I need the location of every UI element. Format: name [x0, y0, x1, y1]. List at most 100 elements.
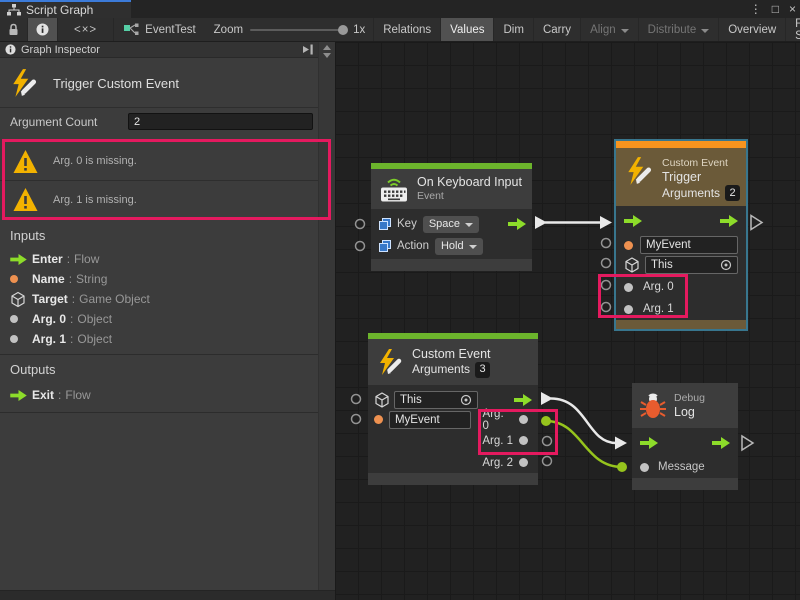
graph-reference[interactable]: EventTest	[114, 18, 206, 41]
flow-output-arrow[interactable]	[514, 394, 532, 406]
warning-icon	[12, 149, 39, 174]
warning-icon	[12, 187, 39, 212]
flow-output-arrow[interactable]	[720, 215, 738, 227]
titlebar: Script Graph ⋮ □ ×	[0, 0, 800, 18]
info-icon	[5, 44, 16, 55]
port-trigger-arg1-input[interactable]	[602, 303, 611, 312]
flow-output-arrow[interactable]	[508, 218, 526, 230]
key-dropdown[interactable]: Space	[423, 216, 479, 233]
csharp-preview-button[interactable]: <×>	[58, 18, 114, 41]
port-trigger-exit[interactable]	[751, 216, 762, 230]
object-picker-icon[interactable]	[720, 259, 732, 271]
graph-toolbar: <×> EventTest Zoom 1x Relat	[0, 18, 800, 42]
relations-button[interactable]: Relations	[373, 18, 440, 41]
flow-arrow-icon	[10, 390, 27, 401]
inspector-toggle-button[interactable]	[28, 18, 58, 41]
flow-output-arrow[interactable]	[712, 437, 730, 449]
node-subtitle: Event	[417, 190, 522, 203]
port-list-item: Exit : Flow	[0, 385, 318, 405]
zoom-slider[interactable]	[250, 29, 346, 31]
tab-title: Script Graph	[26, 3, 93, 17]
target-field[interactable]: This	[645, 256, 738, 274]
target-field[interactable]: This	[394, 391, 478, 409]
action-label: Action	[397, 240, 429, 252]
event-name-field[interactable]: MyEvent	[389, 411, 471, 429]
graph-name: EventTest	[145, 24, 196, 36]
close-icon[interactable]: ×	[789, 0, 796, 18]
fullscreen-button[interactable]: Full Screen	[785, 18, 800, 41]
event-name-field[interactable]: MyEvent	[640, 236, 738, 254]
node-title: Trigger	[662, 170, 740, 185]
lock-icon	[8, 23, 19, 36]
port-trigger-name-input[interactable]	[602, 239, 611, 248]
argument-count-field[interactable]: 2	[128, 113, 313, 130]
target-row: This	[616, 255, 746, 275]
arg0-row: Arg. 0	[616, 277, 746, 297]
inspector-footer	[0, 590, 335, 600]
outputs-section-label: Outputs	[10, 362, 56, 377]
inspector-scrollbar[interactable]	[318, 42, 335, 590]
zoom-control: Zoom 1x	[206, 18, 374, 41]
chevron-down-icon	[621, 29, 629, 33]
chevron-down-icon	[469, 245, 477, 249]
dock-panel-icon[interactable]	[302, 43, 314, 56]
zoom-label: Zoom	[214, 24, 243, 36]
lock-button[interactable]	[0, 18, 28, 41]
values-button[interactable]: Values	[440, 18, 493, 41]
object-picker-icon[interactable]	[460, 394, 472, 406]
port-arg2-output[interactable]	[543, 457, 552, 466]
arguments-count-badge: 3	[475, 362, 490, 378]
node-on-keyboard-input[interactable]: On Keyboard Input Event Key Space	[371, 163, 532, 271]
object-port-icon	[624, 305, 633, 314]
warning-text: Arg. 0 is missing.	[53, 155, 137, 167]
arguments-label: Arguments	[662, 186, 720, 201]
arg1-label: Arg. 1	[482, 435, 513, 447]
trigger-color-strip	[616, 141, 746, 148]
arg0-label: Arg. 0	[643, 281, 674, 293]
scroll-up-icon[interactable]	[323, 45, 331, 50]
node-trigger-custom-event[interactable]: Custom Event Trigger Arguments 2 MyEvent	[614, 139, 748, 331]
port-customevent-target-input[interactable]	[352, 395, 361, 404]
action-dropdown[interactable]: Hold	[435, 238, 483, 255]
wire-customevent-to-debug	[541, 392, 627, 450]
message-label: Message	[658, 461, 705, 473]
flow-input-arrow[interactable]	[624, 215, 642, 227]
port-message-input-connected[interactable]	[617, 462, 627, 472]
port-arg1-output[interactable]	[543, 437, 552, 446]
align-button[interactable]: Align	[580, 18, 638, 41]
port-customevent-name-input[interactable]	[352, 415, 361, 424]
carry-button[interactable]: Carry	[533, 18, 580, 41]
distribute-button[interactable]: Distribute	[638, 18, 719, 41]
flow-arrow-icon	[10, 254, 27, 265]
keyboard-icon	[379, 176, 409, 203]
scroll-down-icon[interactable]	[323, 53, 331, 58]
string-port-icon	[624, 241, 633, 250]
flow-input-arrow[interactable]	[640, 437, 658, 449]
port-action-input[interactable]	[356, 242, 365, 251]
port-trigger-arg0-input[interactable]	[602, 281, 611, 290]
zoom-slider-knob[interactable]	[338, 25, 348, 35]
action-value: Hold	[441, 240, 464, 252]
node-custom-event[interactable]: Custom Event Arguments 3 This	[368, 333, 538, 486]
window-value-icon	[379, 240, 391, 252]
port-debug-exit[interactable]	[742, 436, 753, 450]
arguments-label: Arguments	[412, 362, 470, 377]
window-menu-icon[interactable]: ⋮	[750, 0, 762, 18]
key-port-row: Key Space	[371, 213, 532, 235]
node-debug-log[interactable]: Debug Log Message	[632, 383, 738, 491]
port-list-item: Name : String	[0, 269, 318, 289]
tab-script-graph[interactable]: Script Graph	[0, 0, 131, 18]
target-row: This	[368, 390, 538, 409]
inspected-node-title: Trigger Custom Event	[53, 76, 179, 91]
graph-canvas[interactable]: On Keyboard Input Event Key Space	[335, 42, 800, 600]
chevron-down-icon	[701, 29, 709, 33]
maximize-icon[interactable]: □	[772, 0, 779, 18]
port-arg0-output-connected[interactable]	[541, 416, 551, 426]
port-key-input[interactable]	[356, 220, 365, 229]
port-trigger-target-input[interactable]	[602, 259, 611, 268]
custom-event-icon	[9, 68, 39, 98]
dim-button[interactable]: Dim	[493, 18, 532, 41]
wire-keyboard-to-trigger	[535, 216, 612, 229]
overview-button[interactable]: Overview	[718, 18, 785, 41]
arg0-label: Arg. 0	[483, 408, 514, 432]
